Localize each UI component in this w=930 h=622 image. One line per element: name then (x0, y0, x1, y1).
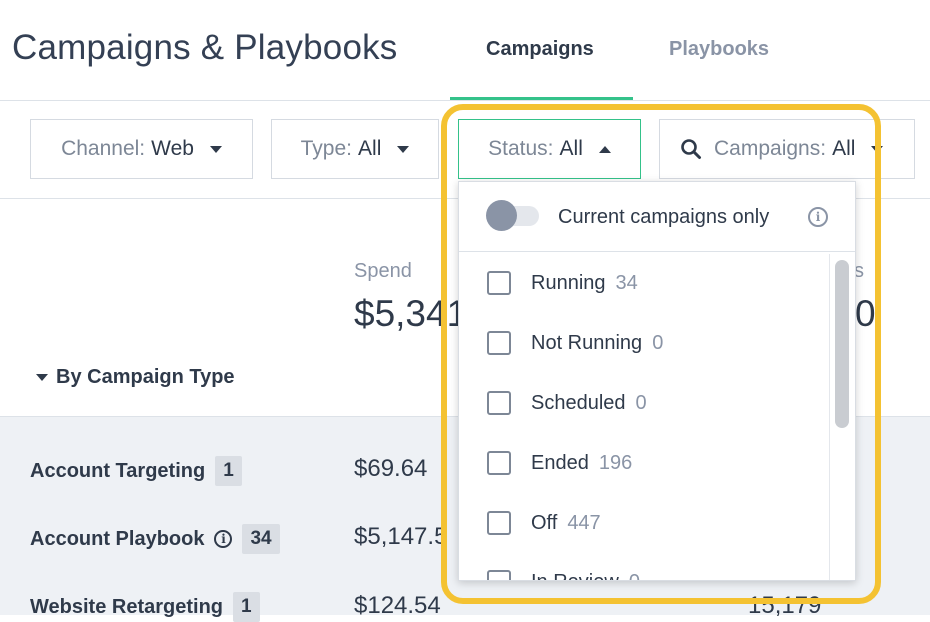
option-count: 0 (652, 331, 664, 354)
table-row-label[interactable]: Account Targeting 1 (30, 456, 242, 486)
status-filter-label: Status: (488, 137, 554, 160)
option-count: 34 (615, 271, 638, 294)
option-label: Scheduled (531, 391, 626, 414)
status-option-off[interactable]: Off 447 (487, 511, 601, 535)
caret-down-icon (36, 374, 48, 381)
status-option-scheduled[interactable]: Scheduled 0 (487, 391, 647, 415)
chevron-down-icon (397, 145, 410, 153)
toggle-knob[interactable] (486, 200, 517, 231)
info-icon[interactable]: i (808, 207, 828, 227)
chevron-down-icon (871, 145, 884, 153)
checkbox[interactable] (487, 511, 511, 535)
checkbox[interactable] (487, 451, 511, 475)
option-label: Not Running (531, 331, 643, 354)
info-icon[interactable]: i (214, 530, 233, 548)
status-option-in-review[interactable]: In Review 0 (487, 570, 640, 581)
table-row-label[interactable]: Account Playbook i 34 (30, 524, 280, 554)
row-metric: 15,179 (748, 592, 822, 619)
row-name: Account Targeting (30, 459, 206, 482)
row-name: Website Retargeting (30, 595, 223, 618)
status-dropdown-menu: Current campaigns only i Running 34 Not … (458, 181, 856, 581)
current-campaigns-toggle-row: Current campaigns only i (459, 182, 855, 252)
header-divider (0, 100, 930, 101)
chevron-up-icon (598, 145, 611, 153)
status-option-ended[interactable]: Ended 196 (487, 451, 632, 475)
option-count: 0 (629, 571, 640, 581)
spend-label: Spend (354, 260, 412, 282)
count-badge: 1 (233, 592, 260, 622)
option-count: 0 (635, 391, 647, 414)
status-filter-value: All (559, 137, 583, 160)
metric-value: 0 (855, 293, 876, 334)
current-campaigns-label: Current campaigns only (558, 206, 770, 228)
option-count: 447 (567, 511, 601, 534)
scrollbar-thumb[interactable] (835, 260, 849, 428)
option-label: In Review (531, 571, 619, 581)
type-filter-label: Type: (300, 137, 353, 160)
campaigns-filter-value: All (832, 137, 856, 160)
checkbox[interactable] (487, 331, 511, 355)
checkbox[interactable] (487, 391, 511, 415)
type-filter-value: All (358, 137, 382, 160)
channel-filter-value: Web (151, 137, 194, 160)
tab-campaigns[interactable]: Campaigns (486, 38, 594, 61)
page-title: Campaigns & Playbooks (12, 28, 398, 67)
search-icon (681, 139, 701, 159)
channel-filter-label: Channel: (61, 137, 146, 160)
option-label: Off (531, 511, 558, 534)
checkbox[interactable] (487, 271, 511, 295)
option-label: Running (531, 271, 606, 294)
row-spend: $69.64 (354, 455, 428, 482)
campaigns-filter-label: Campaigns: (714, 137, 827, 160)
spend-value: $5,341 (354, 293, 468, 334)
table-row-label[interactable]: Website Retargeting 1 (30, 592, 260, 622)
option-count: 196 (598, 451, 633, 474)
row-spend: $5,147.5 (354, 523, 448, 550)
count-badge: 1 (215, 456, 242, 486)
channel-filter-dropdown[interactable]: Channel: Web (30, 119, 253, 179)
campaigns-filter-search[interactable]: Campaigns: All (659, 119, 915, 179)
status-filter-dropdown[interactable]: Status: All (458, 119, 641, 179)
tab-playbooks[interactable]: Playbooks (669, 38, 769, 61)
option-label: Ended (531, 451, 589, 474)
row-spend: $124.54 (354, 592, 441, 619)
status-option-not-running[interactable]: Not Running 0 (487, 331, 663, 355)
checkbox[interactable] (487, 570, 511, 580)
chevron-down-icon (209, 145, 222, 153)
group-by-label: By Campaign Type (56, 366, 235, 388)
group-by-toggle[interactable]: By Campaign Type (36, 366, 235, 389)
type-filter-dropdown[interactable]: Type: All (271, 119, 439, 179)
status-option-running[interactable]: Running 34 (487, 271, 638, 295)
count-badge: 34 (242, 524, 280, 554)
row-name: Account Playbook (30, 527, 205, 550)
